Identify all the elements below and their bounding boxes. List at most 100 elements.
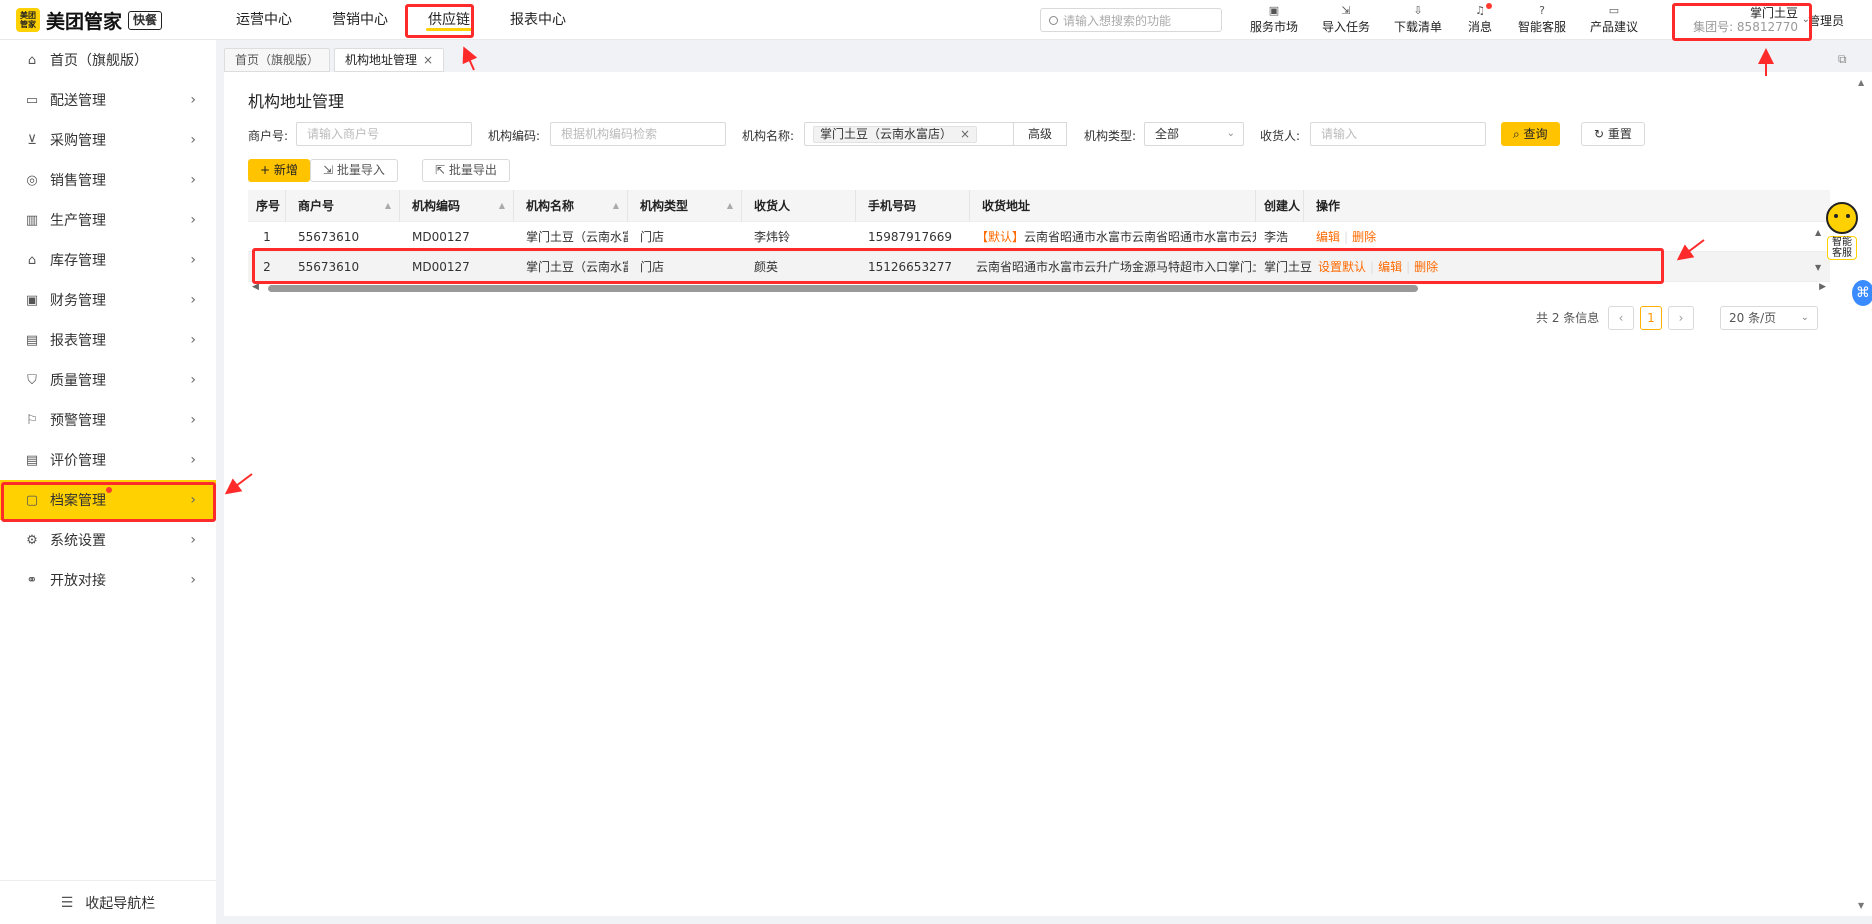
topnav-reports[interactable]: 报表中心 — [494, 0, 582, 40]
sort-icon: ▲ — [726, 201, 733, 210]
cell-no: 2 — [263, 260, 271, 274]
delete-link[interactable]: 删除 — [1352, 230, 1376, 244]
pagination-total: 共 2 条信息 — [1536, 311, 1600, 325]
table-scroll-down-icon[interactable]: ▼ — [1815, 263, 1821, 272]
sidebar-item-home[interactable]: ⌂ 首页（旗舰版） — [0, 40, 216, 80]
sidebar-item-sales[interactable]: ◎ 销售管理 › — [0, 160, 216, 200]
scroll-down-icon[interactable]: ▼ — [1858, 901, 1864, 910]
name-select[interactable]: 掌门土豆（云南水富店） × — [804, 122, 1014, 146]
prev-page-button[interactable]: ‹ — [1608, 306, 1634, 330]
receiver-input[interactable]: 请输入 — [1310, 122, 1486, 146]
org-name: 掌门土豆 — [1749, 6, 1798, 20]
tab-home[interactable]: 首页（旗舰版） — [224, 48, 331, 72]
tab-menu-icon[interactable]: ⧉ — [1838, 52, 1847, 67]
page-1-button[interactable]: 1 — [1640, 306, 1662, 330]
tab-label: 机构地址管理 — [345, 53, 418, 67]
set-default-link[interactable]: 设置默认 — [1318, 260, 1366, 274]
sidebar-item-delivery[interactable]: ▭ 配送管理 › — [0, 80, 216, 120]
table-row[interactable]: 1 55673610 MD00127 掌门土豆（云南水富... 门店 李炜铃 1… — [248, 222, 1830, 252]
edit-link[interactable]: 编辑 — [1316, 230, 1340, 244]
sidebar-item-alert[interactable]: ⚐ 预警管理 › — [0, 400, 216, 440]
add-button[interactable]: + 新增 — [248, 159, 310, 182]
table-row[interactable]: 2 55673610 MD00127 掌门土豆（云南水富... 门店 颜英 15… — [248, 252, 1830, 282]
merchant-input[interactable]: 请输入商户号 — [296, 122, 472, 146]
batch-export-button[interactable]: ⇱ 批量导出 — [422, 159, 510, 182]
download-list-button[interactable]: ⇩ 下载清单 — [1382, 4, 1454, 36]
advanced-button[interactable]: 高级 — [1013, 122, 1068, 146]
code-input[interactable]: 根据机构编码检索 — [550, 122, 726, 146]
edit-link[interactable]: 编辑 — [1378, 260, 1402, 274]
sidebar-item-archive[interactable]: ▢ 档案管理 › — [0, 480, 216, 520]
scroll-up-icon[interactable]: ▲ — [1858, 78, 1864, 87]
sidebar-item-production[interactable]: ▥ 生产管理 › — [0, 200, 216, 240]
topnav-supply-chain[interactable]: 供应链 — [412, 0, 486, 40]
export-label: 批量导出 — [448, 163, 497, 177]
import-tasks-button[interactable]: ⇲ 导入任务 — [1310, 4, 1382, 36]
archive-icon: ▢ — [25, 492, 39, 508]
query-button[interactable]: ⌕ 查询 — [1501, 122, 1560, 146]
cell-merchant: 55673610 — [298, 260, 360, 274]
col-name[interactable]: 机构名称 ▲ — [514, 190, 628, 222]
service-market-button[interactable]: ▣ 服务市场 — [1238, 4, 1310, 36]
type-select[interactable]: 全部 ⌄ — [1144, 122, 1244, 146]
col-label: 机构类型 — [640, 199, 689, 213]
active-underline — [426, 28, 472, 31]
close-icon[interactable]: × — [423, 53, 433, 67]
collapse-nav-button[interactable]: ☰ 收起导航栏 — [0, 880, 216, 924]
topnav-marketing[interactable]: 营销中心 — [316, 0, 404, 40]
sales-icon: ◎ — [26, 172, 38, 188]
org-switcher[interactable]: 掌门土豆 集团号: 85812770 ⌄ — [1678, 6, 1810, 34]
sidebar-item-settings[interactable]: ⚙ 系统设置 › — [0, 520, 216, 560]
col-label: 机构编码 — [412, 199, 461, 213]
page-vertical-scrollbar[interactable]: ▲ ▼ — [1852, 72, 1872, 916]
col-type[interactable]: 机构类型 ▲ — [628, 190, 742, 222]
sidebar-item-report[interactable]: ▤ 报表管理 › — [0, 320, 216, 360]
sidebar-item-purchase[interactable]: ⊻ 采购管理 › — [0, 120, 216, 160]
table-horizontal-scrollbar[interactable]: ◀ ▶ — [248, 282, 1830, 294]
smart-support-button[interactable]: ? 智能客服 — [1506, 4, 1578, 36]
scroll-right-icon[interactable]: ▶ — [1819, 282, 1826, 292]
function-search-input[interactable]: 请输入想搜索的功能 — [1040, 8, 1222, 32]
notification-dot — [1486, 3, 1492, 9]
scroll-left-icon[interactable]: ◀ — [252, 282, 259, 292]
smart-assistant-widget[interactable]: 智能客服 — [1824, 202, 1860, 268]
col-receiver: 收货人 — [742, 190, 856, 222]
sidebar-item-finance[interactable]: ▣ 财务管理 › — [0, 280, 216, 320]
scrollbar-thumb[interactable] — [268, 285, 1418, 292]
delete-link[interactable]: 删除 — [1414, 260, 1438, 274]
col-code[interactable]: 机构编码 ▲ — [400, 190, 514, 222]
shop-icon: ▣ — [1268, 4, 1280, 17]
close-icon[interactable]: × — [960, 127, 970, 141]
floating-tool-icon[interactable]: ⌘ — [1852, 280, 1872, 306]
sidebar-item-open-api[interactable]: ⚭ 开放对接 › — [0, 560, 216, 600]
cell-receiver: 颜英 — [754, 260, 779, 274]
chevron-right-icon: › — [190, 172, 196, 188]
cell-creator: 掌门土豆 — [1264, 260, 1312, 274]
logo[interactable]: 美团 管家 美团管家 快餐 — [16, 8, 163, 33]
import-label: 批量导入 — [336, 163, 385, 177]
messages-button[interactable]: ♫ 消息 — [1454, 3, 1506, 36]
sidebar-item-label: 评价管理 — [50, 453, 106, 469]
factory-icon: ▥ — [25, 212, 39, 228]
reset-button[interactable]: ↻ 重置 — [1581, 122, 1645, 146]
sidebar-item-quality[interactable]: ⛉ 质量管理 › — [0, 360, 216, 400]
chevron-right-icon: › — [1678, 311, 1684, 325]
feedback-icon: ▭ — [1608, 4, 1620, 17]
name-chip: 掌门土豆（云南水富店） × — [813, 126, 978, 143]
sidebar-item-inventory[interactable]: ⌂ 库存管理 › — [0, 240, 216, 280]
tool-label: 产品建议 — [1589, 20, 1638, 34]
chevron-down-icon: ⌄ — [1800, 312, 1809, 323]
home-icon: ⌂ — [27, 52, 37, 68]
topnav-operations[interactable]: 运营中心 — [220, 0, 308, 40]
product-feedback-button[interactable]: ▭ 产品建议 — [1578, 4, 1650, 36]
table-scroll-up-icon[interactable]: ▲ — [1815, 228, 1821, 237]
next-page-button[interactable]: › — [1668, 306, 1694, 330]
tab-org-address[interactable]: 机构地址管理 × — [334, 48, 445, 72]
sidebar-item-label: 报表管理 — [50, 333, 106, 349]
col-merchant[interactable]: 商户号 ▲ — [286, 190, 400, 222]
page-size-select[interactable]: 20 条/页 ⌄ — [1720, 306, 1818, 330]
batch-import-button[interactable]: ⇲ 批量导入 — [310, 159, 398, 182]
sidebar-item-review[interactable]: ▤ 评价管理 › — [0, 440, 216, 480]
chevron-left-icon: ‹ — [1618, 311, 1624, 325]
admin-menu[interactable]: 管理员 — [1808, 12, 1844, 29]
